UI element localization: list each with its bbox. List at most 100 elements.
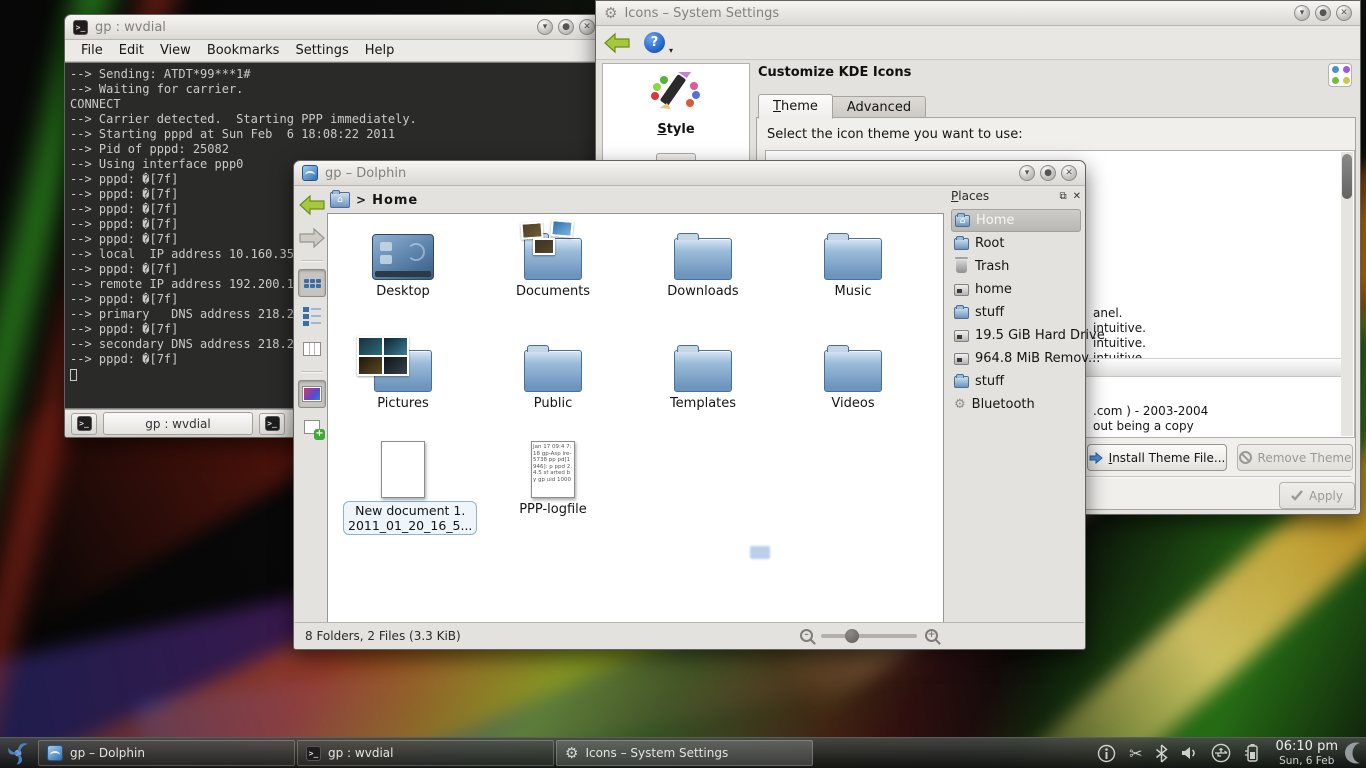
- close-button[interactable]: ✕: [1061, 165, 1077, 181]
- tab-theme[interactable]: Theme: [758, 94, 833, 119]
- menu-bookmarks[interactable]: Bookmarks: [199, 43, 288, 58]
- place-hard-drive[interactable]: 19.5 GiB Hard Drive: [951, 324, 1081, 347]
- zoom-controls: – +: [800, 629, 938, 642]
- place-home[interactable]: ⌂ Home: [951, 209, 1081, 232]
- system-tray: ✂: [1087, 738, 1269, 768]
- zoom-in-icon[interactable]: +: [925, 629, 938, 642]
- forward-button[interactable]: [298, 224, 326, 252]
- folder-view[interactable]: Desktop Documents Downloads Music: [327, 213, 944, 624]
- zoom-slider[interactable]: [821, 634, 917, 638]
- columns-view-button[interactable]: [298, 335, 326, 363]
- usb-device-icon[interactable]: [1211, 743, 1231, 763]
- task-dolphin[interactable]: gp – Dolphin: [38, 740, 295, 766]
- float-panel-icon[interactable]: ⧉: [1059, 191, 1066, 202]
- drive-icon: [954, 330, 969, 342]
- dolphin-titlebar[interactable]: gp – Dolphin ▾ ● ✕: [294, 161, 1085, 186]
- zoom-out-icon[interactable]: –: [800, 629, 813, 642]
- place-removable[interactable]: 964.8 MiB Remov...: [951, 347, 1081, 370]
- tab-list-button[interactable]: >_: [259, 413, 285, 435]
- minimize-button[interactable]: ▾: [1294, 5, 1310, 21]
- close-button[interactable]: ✕: [1336, 5, 1352, 21]
- folder-item-videos[interactable]: Videos: [793, 334, 913, 411]
- settings-titlebar[interactable]: ⚙ Icons – System Settings ▾ ● ✕: [596, 1, 1360, 26]
- back-arrow-icon[interactable]: [604, 32, 630, 54]
- scrollbar-thumb[interactable]: [1342, 154, 1352, 199]
- folder-item-templates[interactable]: Templates: [643, 334, 763, 411]
- folder-icon: [674, 238, 732, 280]
- place-root[interactable]: Root: [951, 232, 1081, 255]
- folder-item-downloads[interactable]: Downloads: [643, 222, 763, 299]
- folder-item-desktop[interactable]: Desktop: [343, 222, 463, 299]
- folder-item-documents[interactable]: Documents: [493, 222, 613, 299]
- menu-edit[interactable]: Edit: [111, 43, 152, 58]
- desktop: >_ gp : wvdial ▾ ● ✕ File Edit View Book…: [0, 0, 1366, 768]
- scrollbar[interactable]: [1341, 152, 1353, 436]
- place-trash[interactable]: Trash: [951, 255, 1081, 278]
- place-bluetooth[interactable]: ⚙ Bluetooth: [951, 393, 1081, 416]
- konsole-titlebar[interactable]: >_ gp : wvdial ▾ ● ✕: [65, 15, 603, 40]
- menu-view[interactable]: View: [152, 43, 199, 58]
- split-view-button[interactable]: [298, 413, 326, 441]
- place-home-partition[interactable]: home: [951, 278, 1081, 301]
- columns-view-icon: [303, 342, 321, 356]
- zoom-slider-handle[interactable]: [845, 629, 859, 643]
- menu-file[interactable]: File: [73, 43, 111, 58]
- task-konsole[interactable]: >_ gp : wvdial: [297, 740, 554, 766]
- new-tab-button[interactable]: >_: [71, 413, 97, 435]
- install-theme-button[interactable]: Install Theme File...: [1087, 444, 1227, 471]
- clock-time: 06:10 pm: [1275, 740, 1338, 755]
- volume-icon[interactable]: [1181, 745, 1198, 761]
- maximize-button[interactable]: ●: [1040, 165, 1056, 181]
- bluetooth-icon[interactable]: [1155, 744, 1168, 763]
- photo-thumbnail: [533, 238, 555, 255]
- status-text: 8 Folders, 2 Files (3.3 KiB): [305, 629, 461, 643]
- home-icon[interactable]: ⌂: [330, 192, 350, 208]
- desktop-folder-icon: [372, 234, 434, 280]
- breadcrumb-home[interactable]: Home: [372, 193, 418, 208]
- split-add-icon: [304, 420, 320, 434]
- folder-item-music[interactable]: Music: [793, 222, 913, 299]
- breadcrumb-separator: >: [356, 193, 366, 207]
- task-system-settings[interactable]: ⚙ Icons – System Settings: [556, 740, 813, 766]
- place-stuff-2[interactable]: stuff: [951, 370, 1081, 393]
- close-button[interactable]: ✕: [579, 19, 595, 35]
- document-icon: [381, 441, 425, 498]
- close-panel-icon[interactable]: ✕: [1073, 191, 1081, 202]
- minimize-button[interactable]: ▾: [537, 19, 553, 35]
- clock[interactable]: 06:10 pm Sun, 6 Feb: [1269, 740, 1344, 768]
- file-item-ppp-logfile[interactable]: Jan 17 09:4 7:18 gp-Asp ire-5738 pp pd[1…: [493, 436, 613, 517]
- gear-icon: ⚙: [565, 744, 578, 762]
- app-launcher-button[interactable]: [0, 738, 36, 768]
- maximize-button[interactable]: ●: [1315, 5, 1331, 21]
- icons-view-button[interactable]: [298, 269, 326, 297]
- details-view-button[interactable]: [298, 302, 326, 330]
- drag-cursor-artifact: [750, 546, 770, 559]
- select-theme-label: Select the icon theme you want to use:: [767, 127, 1023, 142]
- remove-theme-button[interactable]: Remove Theme: [1237, 444, 1353, 471]
- divider: [301, 371, 323, 372]
- apply-button[interactable]: Apply: [1279, 482, 1355, 509]
- back-button[interactable]: [298, 191, 326, 219]
- dolphin-app-icon: [302, 165, 318, 181]
- settings-toolbar: ? ▾: [596, 26, 1360, 60]
- tab-advanced[interactable]: Advanced: [833, 96, 926, 119]
- place-stuff[interactable]: stuff: [951, 301, 1081, 324]
- menu-help[interactable]: Help: [357, 43, 403, 58]
- maximize-button[interactable]: ●: [558, 19, 574, 35]
- info-icon[interactable]: [1097, 744, 1116, 763]
- menu-settings[interactable]: Settings: [287, 43, 356, 58]
- sidebar-item-style[interactable]: Style: [603, 72, 749, 137]
- preview-button[interactable]: [298, 380, 326, 408]
- file-item-new-document[interactable]: New document 1. 2011_01_20_16_5...: [343, 436, 463, 535]
- launcher-logo-icon: [5, 740, 31, 766]
- konsole-tab[interactable]: gp : wvdial: [103, 412, 253, 435]
- folder-item-pictures[interactable]: Pictures: [343, 334, 463, 411]
- minimize-button[interactable]: ▾: [1019, 165, 1035, 181]
- folder-item-public[interactable]: Public: [493, 334, 613, 411]
- panel-toolbox-cashew[interactable]: [1344, 738, 1366, 768]
- battery-icon[interactable]: [1244, 743, 1259, 763]
- terminal-icon: >_: [77, 416, 92, 431]
- klipper-scissors-icon[interactable]: ✂: [1129, 744, 1142, 763]
- help-button[interactable]: ? ▾: [644, 32, 665, 53]
- selected-file-label: New document 1. 2011_01_20_16_5...: [343, 501, 477, 535]
